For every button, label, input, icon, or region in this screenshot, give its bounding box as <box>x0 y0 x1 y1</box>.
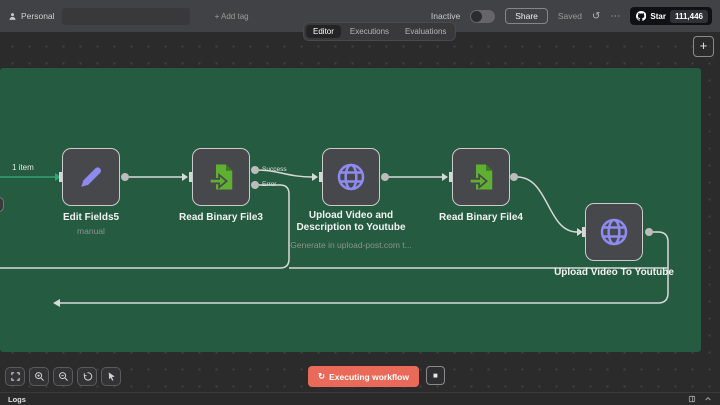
spinner-icon: ↻ <box>318 371 326 381</box>
stop-execution-button[interactable]: ■ <box>425 366 445 385</box>
file-import-icon <box>468 164 493 190</box>
workflow-name-input[interactable] <box>61 7 190 25</box>
zoom-out-button[interactable] <box>53 367 73 386</box>
output-label-success: Success <box>262 166 287 173</box>
active-status-label: Inactive <box>430 11 461 21</box>
github-star-count: 111,446 <box>669 9 708 23</box>
canvas-toolbar <box>5 367 121 386</box>
add-node-button[interactable]: + <box>693 36 714 57</box>
edge-items-label: 1 item <box>12 163 34 172</box>
tab-executions[interactable]: Executions <box>343 25 396 38</box>
pointer-mode-button[interactable] <box>101 367 121 386</box>
node-upload-video-description[interactable] <box>322 148 380 206</box>
history-icon[interactable]: ↺ <box>592 11 600 22</box>
executing-workflow-button[interactable]: ↻ Executing workflow <box>308 366 419 387</box>
toggle-knob <box>471 10 483 22</box>
add-tag-button[interactable]: + Add tag <box>215 12 249 21</box>
zoom-in-button[interactable] <box>29 367 49 386</box>
owner-label: Personal <box>21 11 55 21</box>
github-star-label: Star <box>650 11 666 21</box>
fit-view-icon <box>10 372 20 381</box>
fit-view-button[interactable] <box>5 367 25 386</box>
view-tabs: Editor Executions Evaluations <box>303 22 457 41</box>
node-subtitle-edit-fields5: manual <box>77 226 105 236</box>
person-icon <box>9 12 16 20</box>
executing-workflow-label: Executing workflow <box>329 371 409 382</box>
pointer-icon <box>108 372 115 381</box>
output-label-error: Error <box>262 181 277 188</box>
node-label-edit-fields5: Edit Fields5 <box>62 212 120 223</box>
node-label-upload-video-to-youtube: Upload Video To Youtube <box>554 267 674 278</box>
share-button[interactable]: Share <box>505 8 548 24</box>
tab-editor[interactable]: Editor <box>306 25 341 38</box>
node-read-binary-file4[interactable] <box>452 148 510 206</box>
more-menu-icon[interactable]: ⋯ <box>610 11 620 22</box>
node-subtitle-upload-video-description: Generate in upload-post.com t... <box>290 240 412 250</box>
globe-icon <box>600 218 628 246</box>
n8n-workflow-editor: Personal + Add tag Inactive Share Saved … <box>0 0 720 405</box>
chevron-up-icon[interactable] <box>704 395 712 403</box>
history-reset-icon <box>83 372 92 381</box>
node-read-binary-file3[interactable] <box>192 148 250 206</box>
execution-controls: ↻ Executing workflow ■ <box>308 366 445 387</box>
active-toggle[interactable] <box>470 9 496 23</box>
open-panel-icon[interactable] <box>688 395 696 403</box>
file-import-icon <box>208 164 233 190</box>
logs-panel-bar[interactable]: Logs <box>0 392 720 405</box>
node-label-upload-video-description: Upload Video and Description to Youtube <box>296 210 406 233</box>
node-upload-video-to-youtube[interactable] <box>585 203 643 261</box>
node-label-read-binary-file4: Read Binary File4 <box>439 212 523 223</box>
github-icon <box>636 11 647 21</box>
logs-label: Logs <box>8 394 26 404</box>
node-label-read-binary-file3: Read Binary File3 <box>179 212 263 223</box>
globe-icon <box>337 163 365 191</box>
zoom-out-icon <box>58 372 68 381</box>
zoom-in-icon <box>34 372 44 381</box>
saved-status: Saved <box>557 11 582 21</box>
workflow-owner[interactable]: Personal <box>8 11 55 21</box>
workflow-canvas[interactable]: 1 item Success Error Edit Fields5 manual… <box>0 32 720 392</box>
pencil-icon <box>81 167 101 187</box>
undo-button[interactable] <box>77 367 97 386</box>
node-edit-fields5[interactable] <box>62 148 120 206</box>
tab-evaluations[interactable]: Evaluations <box>398 25 453 38</box>
github-star-widget[interactable]: Star 111,446 <box>630 7 712 25</box>
